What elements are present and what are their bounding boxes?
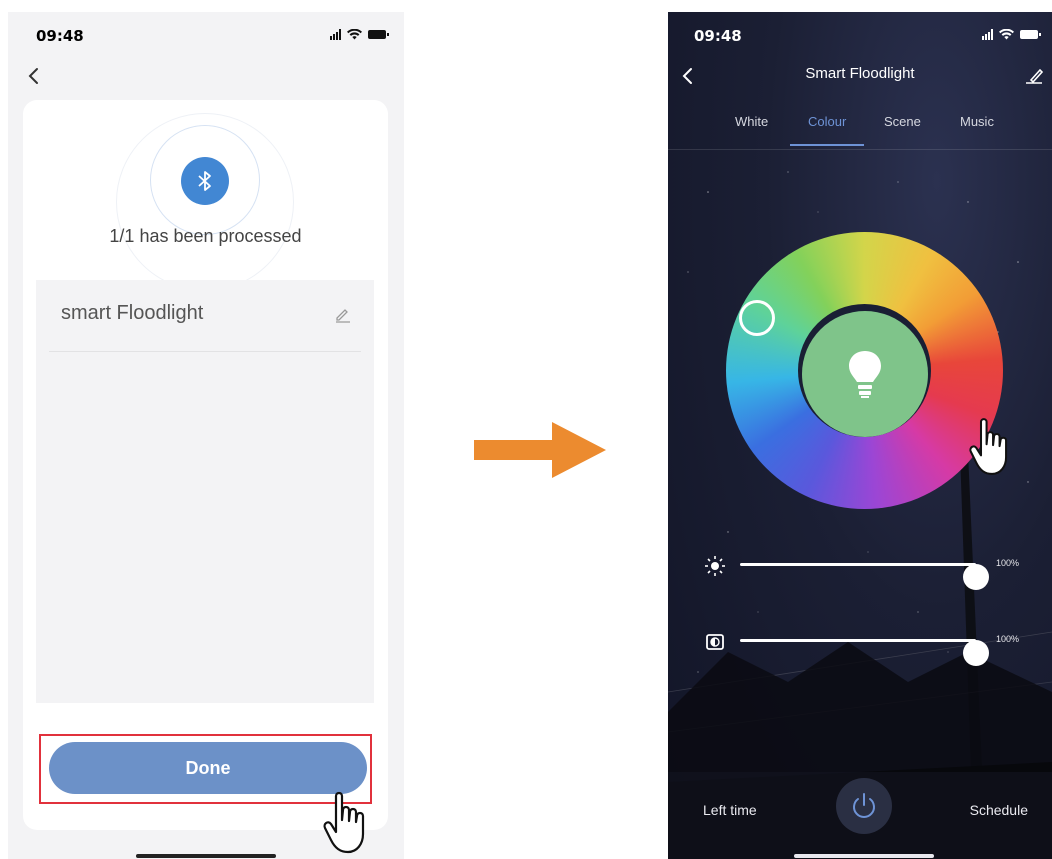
arrow-right-icon bbox=[474, 422, 606, 478]
contrast-slider[interactable] bbox=[740, 639, 989, 666]
mode-tabs: White Colour Scene Music bbox=[728, 110, 1008, 150]
tab-scene[interactable]: Scene bbox=[884, 114, 921, 129]
bluetooth-icon bbox=[181, 157, 229, 205]
left-phone-screen: 09:48 1/1 has been processed smart Flood… bbox=[8, 12, 404, 859]
pencil-icon[interactable] bbox=[334, 306, 352, 324]
chevron-left-icon[interactable] bbox=[22, 64, 46, 88]
power-button[interactable] bbox=[836, 778, 892, 834]
tabs-divider bbox=[668, 149, 1052, 150]
device-list: smart Floodlight bbox=[36, 280, 374, 703]
lightbulb-button[interactable] bbox=[802, 311, 928, 437]
brightness-value: 100% bbox=[996, 558, 1020, 568]
contrast-slider-thumb[interactable] bbox=[963, 640, 989, 666]
status-bar: 09:48 bbox=[8, 12, 404, 58]
brightness-slider-row: 100% bbox=[704, 550, 1044, 590]
contrast-value: 100% bbox=[996, 634, 1020, 644]
sun-icon bbox=[705, 556, 725, 576]
home-indicator bbox=[136, 854, 276, 858]
brightness-slider-thumb[interactable] bbox=[963, 564, 989, 590]
signal-icon bbox=[982, 29, 993, 40]
done-button[interactable]: Done bbox=[49, 742, 367, 794]
status-time: 09:48 bbox=[694, 27, 742, 45]
active-tab-underline bbox=[790, 144, 864, 146]
device-name: smart Floodlight bbox=[61, 302, 204, 324]
wifi-icon bbox=[999, 29, 1014, 40]
home-indicator bbox=[794, 854, 934, 858]
left-time-button[interactable]: Left time bbox=[703, 802, 757, 818]
contrast-icon bbox=[706, 634, 724, 650]
status-time: 09:48 bbox=[36, 27, 84, 45]
battery-icon bbox=[368, 30, 389, 39]
status-icons bbox=[982, 29, 1041, 40]
hand-pointer-icon bbox=[969, 418, 1008, 475]
status-icons bbox=[330, 29, 389, 40]
tab-colour[interactable]: Colour bbox=[808, 114, 846, 129]
tab-music[interactable]: Music bbox=[960, 114, 994, 129]
page-title: Smart Floodlight bbox=[805, 65, 915, 82]
device-row[interactable]: smart Floodlight bbox=[36, 280, 374, 352]
lightbulb-icon bbox=[849, 351, 881, 398]
power-icon bbox=[853, 793, 875, 818]
edit-icon[interactable] bbox=[1022, 64, 1046, 88]
tab-white[interactable]: White bbox=[735, 114, 768, 129]
schedule-button[interactable]: Schedule bbox=[970, 802, 1028, 818]
colour-picker-handle[interactable] bbox=[739, 300, 775, 336]
row-divider bbox=[49, 351, 361, 352]
wifi-icon bbox=[347, 29, 362, 40]
signal-icon bbox=[330, 29, 341, 40]
contrast-slider-row: 100% bbox=[704, 626, 1044, 666]
battery-icon bbox=[1020, 30, 1041, 39]
hand-pointer-icon bbox=[323, 791, 365, 854]
processed-status: 1/1 has been processed bbox=[109, 226, 302, 246]
right-phone-screen: 09:48 Smart Floodlight White Colour Scen… bbox=[668, 12, 1052, 859]
result-card: 1/1 has been processed smart Floodlight … bbox=[23, 100, 388, 830]
brightness-slider[interactable] bbox=[740, 563, 989, 590]
